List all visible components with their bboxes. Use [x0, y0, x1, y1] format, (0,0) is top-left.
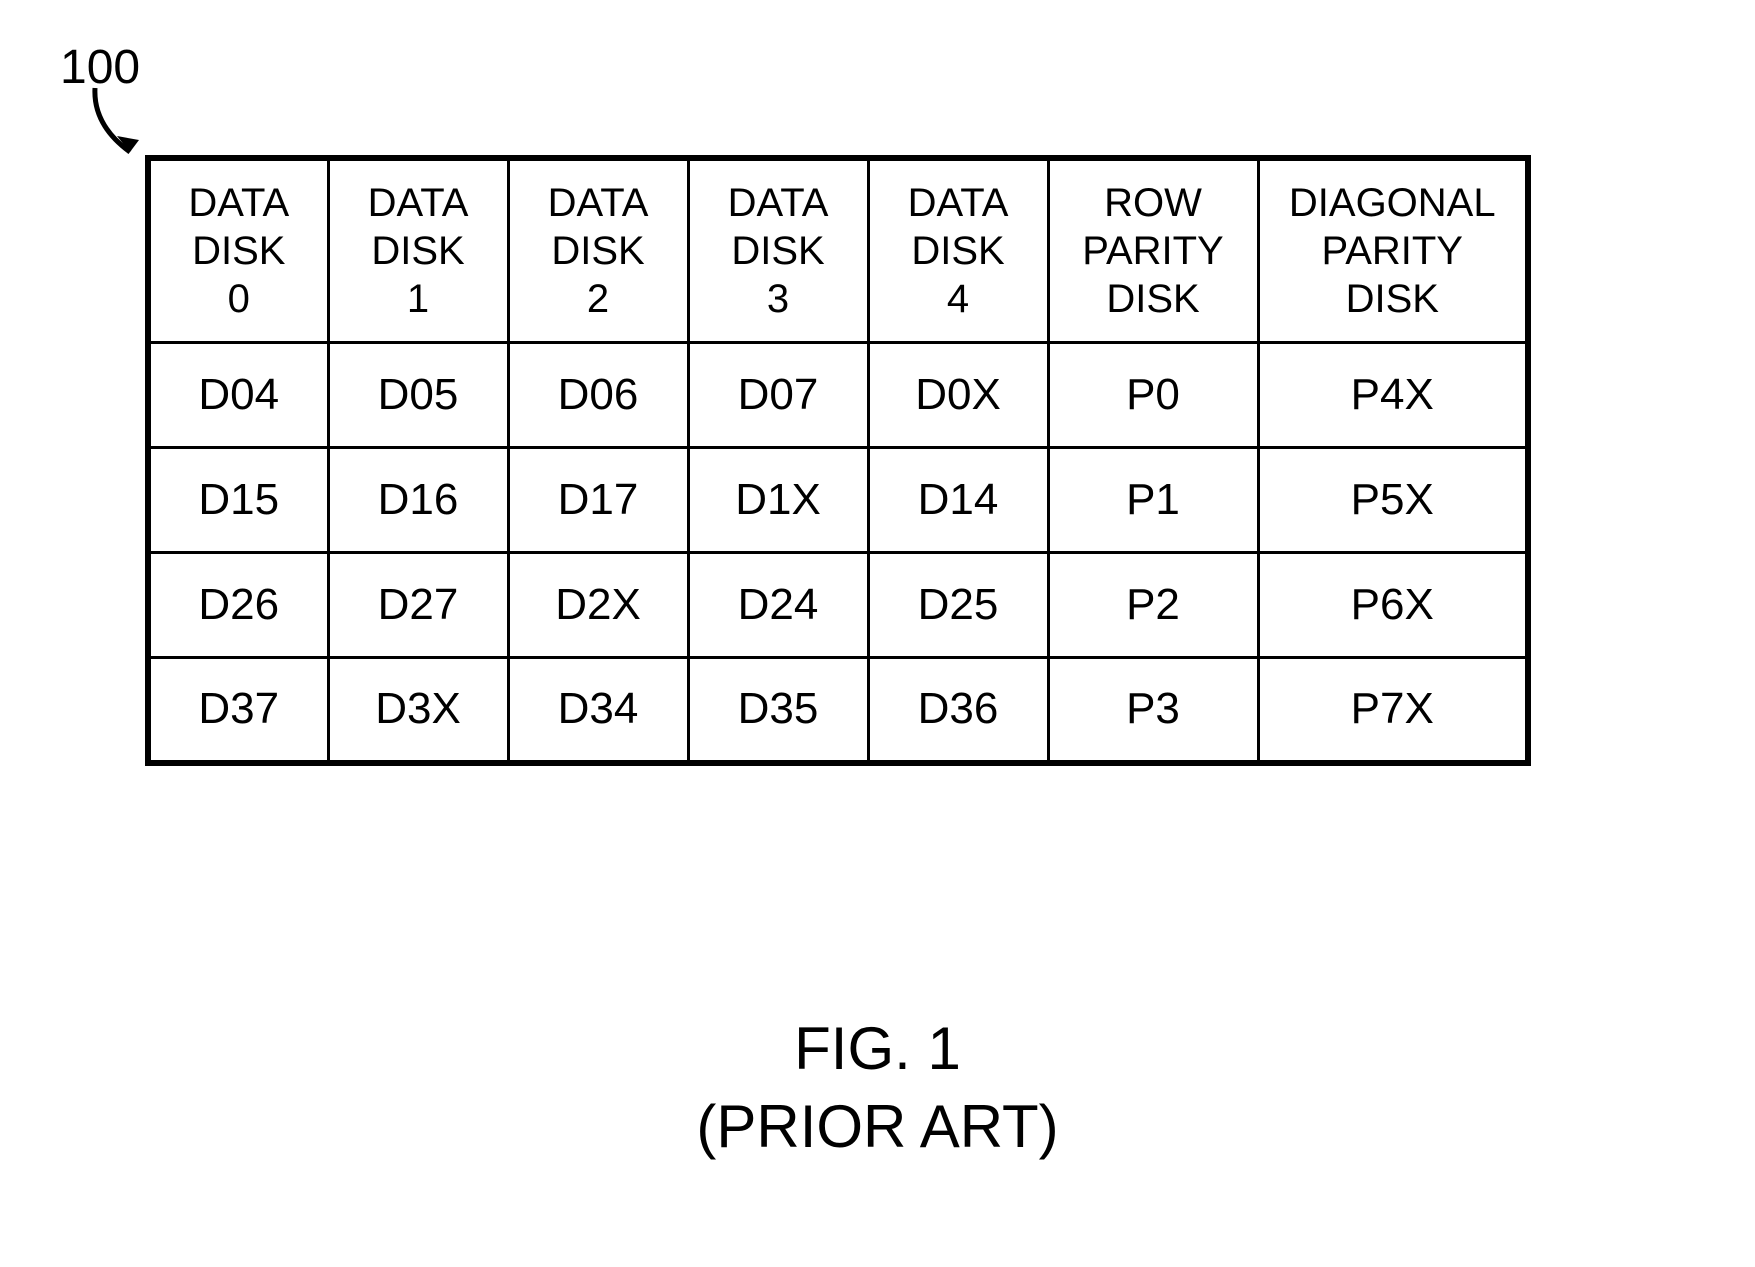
- cell: D14: [868, 448, 1048, 553]
- header-data-disk-4: DATADISK4: [868, 158, 1048, 343]
- header-data-disk-2: DATADISK2: [508, 158, 688, 343]
- cell: D0X: [868, 343, 1048, 448]
- figure-caption: FIG. 1 (PRIOR ART): [0, 1010, 1755, 1166]
- cell: P0: [1048, 343, 1258, 448]
- cell: P5X: [1258, 448, 1528, 553]
- cell: D26: [148, 553, 328, 658]
- cell: D07: [688, 343, 868, 448]
- table-row: D15 D16 D17 D1X D14 P1 P5X: [148, 448, 1528, 553]
- cell: D1X: [688, 448, 868, 553]
- table-row: D26 D27 D2X D24 D25 P2 P6X: [148, 553, 1528, 658]
- table-row: D04 D05 D06 D07 D0X P0 P4X: [148, 343, 1528, 448]
- cell: D3X: [328, 658, 508, 763]
- disk-array-table-container: DATADISK0 DATADISK1 DATADISK2 DATADISK3 …: [145, 155, 1531, 766]
- cell: D17: [508, 448, 688, 553]
- cell: D36: [868, 658, 1048, 763]
- cell: D27: [328, 553, 508, 658]
- cell: D16: [328, 448, 508, 553]
- header-data-disk-1: DATADISK1: [328, 158, 508, 343]
- cell: P3: [1048, 658, 1258, 763]
- cell: D04: [148, 343, 328, 448]
- cell: D34: [508, 658, 688, 763]
- cell: P6X: [1258, 553, 1528, 658]
- cell: D05: [328, 343, 508, 448]
- cell: D37: [148, 658, 328, 763]
- table-header-row: DATADISK0 DATADISK1 DATADISK2 DATADISK3 …: [148, 158, 1528, 343]
- table-row: D37 D3X D34 D35 D36 P3 P7X: [148, 658, 1528, 763]
- header-row-parity-disk: ROWPARITYDISK: [1048, 158, 1258, 343]
- cell: D2X: [508, 553, 688, 658]
- cell: P1: [1048, 448, 1258, 553]
- cell: P2: [1048, 553, 1258, 658]
- cell: D35: [688, 658, 868, 763]
- cell: D15: [148, 448, 328, 553]
- cell: D24: [688, 553, 868, 658]
- cell: D25: [868, 553, 1048, 658]
- header-diagonal-parity-disk: DIAGONALPARITYDISK: [1258, 158, 1528, 343]
- cell: P7X: [1258, 658, 1528, 763]
- cell: P4X: [1258, 343, 1528, 448]
- caption-line-1: FIG. 1: [794, 1015, 961, 1082]
- header-data-disk-3: DATADISK3: [688, 158, 868, 343]
- disk-array-table: DATADISK0 DATADISK1 DATADISK2 DATADISK3 …: [145, 155, 1531, 766]
- cell: D06: [508, 343, 688, 448]
- caption-line-2: (PRIOR ART): [696, 1093, 1058, 1160]
- header-data-disk-0: DATADISK0: [148, 158, 328, 343]
